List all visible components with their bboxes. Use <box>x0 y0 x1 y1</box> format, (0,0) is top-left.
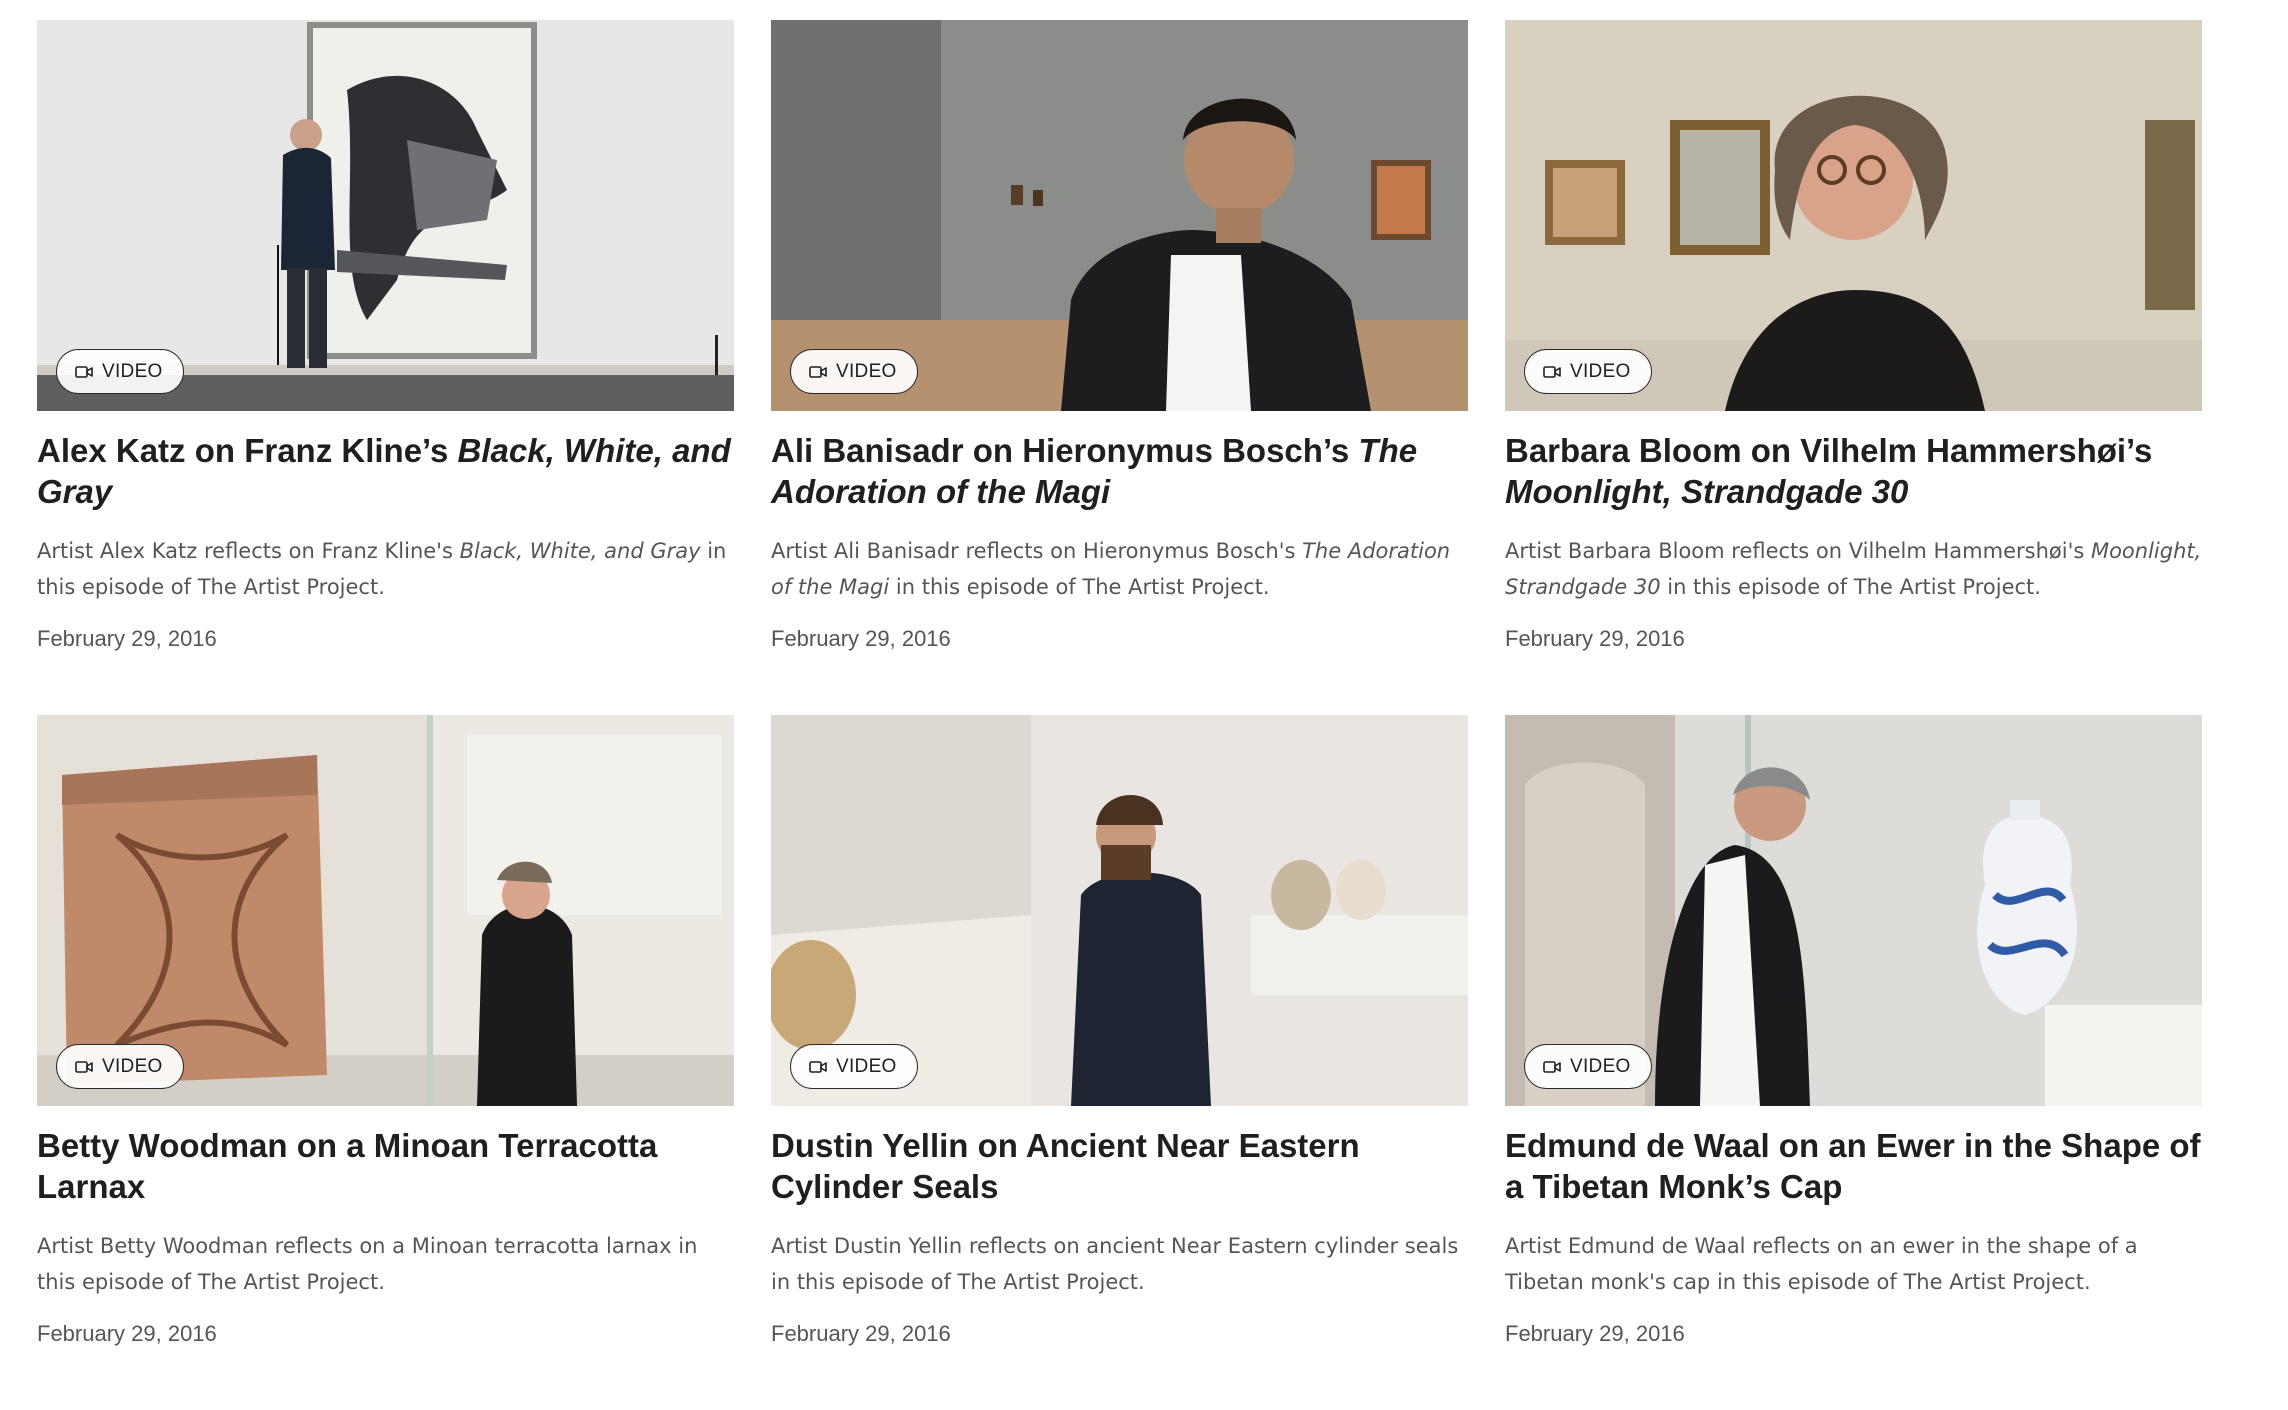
video-camera-icon <box>75 1060 93 1074</box>
episode-thumbnail[interactable]: VIDEO <box>37 715 734 1106</box>
episode-title[interactable]: Alex Katz on Franz Kline’s Black, White,… <box>37 430 734 512</box>
episode-description: Artist Ali Banisadr reflects on Hieronym… <box>771 539 1451 599</box>
episode-link[interactable]: VIDEO Alex Katz on Franz Kline’s Black, … <box>37 20 734 653</box>
episode-link[interactable]: VIDEO Edmund de Waal on an Ewer in the S… <box>1505 715 2202 1348</box>
episode-date: February 29, 2016 <box>37 1321 217 1346</box>
episode-date: February 29, 2016 <box>1505 1321 1685 1346</box>
episode-description: Artist Barbara Bloom reflects on Vilhelm… <box>1505 539 2202 599</box>
video-badge: VIDEO <box>1524 1044 1652 1089</box>
video-badge: VIDEO <box>1524 349 1652 394</box>
video-camera-icon <box>809 1060 827 1074</box>
video-badge: VIDEO <box>790 1044 918 1089</box>
video-camera-icon <box>75 365 93 379</box>
episode-title[interactable]: Edmund de Waal on an Ewer in the Shape o… <box>1505 1125 2202 1207</box>
episode-title[interactable]: Barbara Bloom on Vilhelm Hammershøi’s Mo… <box>1505 430 2202 512</box>
episode-link[interactable]: VIDEO Barbara Bloom on Vilhelm Hammershø… <box>1505 20 2202 653</box>
video-badge: VIDEO <box>790 349 918 394</box>
episode-date: February 29, 2016 <box>771 1321 951 1346</box>
episode-thumbnail[interactable]: VIDEO <box>771 715 1468 1106</box>
episode-card[interactable]: VIDEO Betty Woodman on a Minoan Terracot… <box>37 715 734 1410</box>
episode-date: February 29, 2016 <box>37 626 217 651</box>
badge-label: VIDEO <box>836 1055 897 1077</box>
episode-description: Artist Betty Woodman reflects on a Minoa… <box>37 1234 698 1294</box>
episode-date: February 29, 2016 <box>771 626 951 651</box>
badge-label: VIDEO <box>1570 1055 1631 1077</box>
badge-label: VIDEO <box>836 360 897 382</box>
episode-link[interactable]: VIDEO Ali Banisadr on Hieronymus Bosch’s… <box>771 20 1468 653</box>
badge-label: VIDEO <box>102 1055 163 1077</box>
episode-card[interactable]: VIDEO Ali Banisadr on Hieronymus Bosch’s… <box>771 20 1468 715</box>
episode-card[interactable]: VIDEO Barbara Bloom on Vilhelm Hammershø… <box>1505 20 2202 715</box>
episode-description: Artist Edmund de Waal reflects on an ewe… <box>1505 1234 2138 1294</box>
episode-description: Artist Alex Katz reflects on Franz Kline… <box>37 539 727 599</box>
episode-date: February 29, 2016 <box>1505 626 1685 651</box>
video-badge: VIDEO <box>56 349 184 394</box>
episode-link[interactable]: VIDEO Betty Woodman on a Minoan Terracot… <box>37 715 734 1348</box>
badge-label: VIDEO <box>102 360 163 382</box>
video-camera-icon <box>1543 1060 1561 1074</box>
episode-thumbnail[interactable]: VIDEO <box>1505 715 2202 1106</box>
episode-thumbnail[interactable]: VIDEO <box>771 20 1468 411</box>
episode-link[interactable]: VIDEO Dustin Yellin on Ancient Near East… <box>771 715 1468 1348</box>
episode-thumbnail[interactable]: VIDEO <box>37 20 734 411</box>
episode-card[interactable]: VIDEO Edmund de Waal on an Ewer in the S… <box>1505 715 2202 1410</box>
episode-title[interactable]: Betty Woodman on a Minoan Terracotta Lar… <box>37 1125 734 1207</box>
badge-label: VIDEO <box>1570 360 1631 382</box>
video-camera-icon <box>1543 365 1561 379</box>
video-camera-icon <box>809 365 827 379</box>
episode-title[interactable]: Ali Banisadr on Hieronymus Bosch’s The A… <box>771 430 1468 512</box>
episode-card[interactable]: VIDEO Alex Katz on Franz Kline’s Black, … <box>37 20 734 715</box>
artist-project-grid: VIDEO Alex Katz on Franz Kline’s Black, … <box>37 20 2202 1410</box>
episode-title[interactable]: Dustin Yellin on Ancient Near Eastern Cy… <box>771 1125 1468 1207</box>
video-badge: VIDEO <box>56 1044 184 1089</box>
episode-description: Artist Dustin Yellin reflects on ancient… <box>771 1234 1459 1294</box>
episode-card[interactable]: VIDEO Dustin Yellin on Ancient Near East… <box>771 715 1468 1410</box>
episode-thumbnail[interactable]: VIDEO <box>1505 20 2202 411</box>
